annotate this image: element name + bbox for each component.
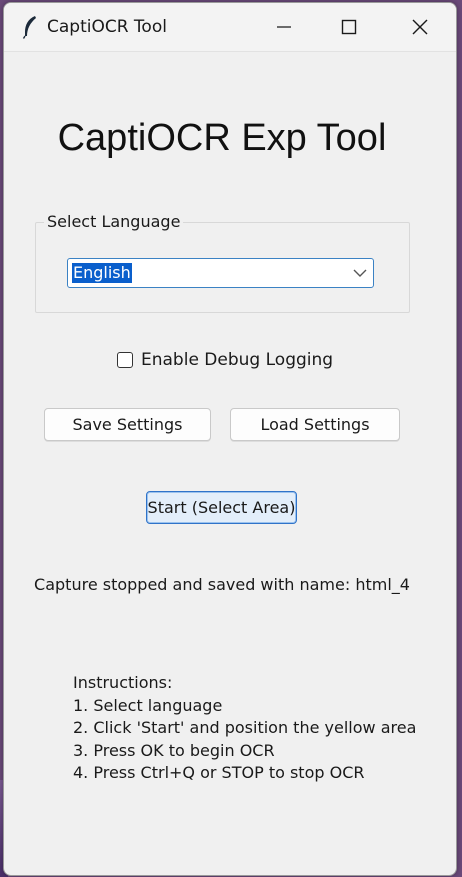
language-selected-value: English [72,263,132,283]
instruction-step: 4. Press Ctrl+Q or STOP to stop OCR [73,763,365,782]
debug-logging-option[interactable]: Enable Debug Logging [117,349,333,371]
debug-logging-checkbox[interactable] [117,352,133,368]
close-button[interactable] [385,3,455,51]
app-window: CaptiOCR Tool CaptiOCR Exp Tool Select L… [3,2,457,876]
instructions: Instructions: 1. Select language 2. Clic… [73,672,416,785]
chevron-down-icon[interactable] [353,266,367,280]
debug-logging-label[interactable]: Enable Debug Logging [141,350,333,370]
instruction-step: 1. Select language [73,695,223,715]
feather-icon [22,16,36,39]
status-text: Capture stopped and saved with name: htm… [34,575,410,594]
save-settings-button[interactable]: Save Settings [44,408,211,441]
instruction-step: 2. Click 'Start' and position the yellow… [73,718,417,737]
window-title: CaptiOCR Tool [47,17,167,37]
language-select[interactable]: English [67,258,374,288]
start-button[interactable]: Start (Select Area) [146,491,297,524]
instructions-title: Instructions: [73,673,173,692]
page-title: CaptiOCR Exp Tool [57,117,387,159]
minimize-button[interactable] [249,3,319,51]
instruction-step: 3. Press OK to begin OCR [73,740,275,760]
title-bar[interactable]: CaptiOCR Tool [4,3,456,52]
maximize-button[interactable] [314,3,384,51]
language-group-label: Select Language [44,212,184,231]
minimize-icon [277,26,291,28]
load-settings-button[interactable]: Load Settings [230,408,400,441]
close-icon [412,19,428,35]
maximize-icon [341,19,357,35]
